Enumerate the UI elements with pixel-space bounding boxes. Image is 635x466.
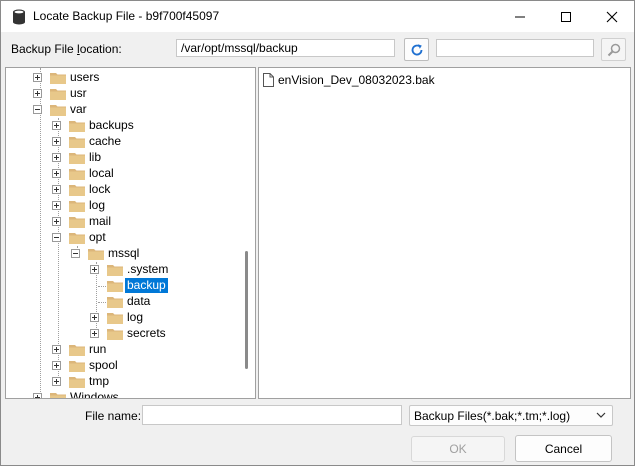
folder-icon [50, 89, 66, 100]
folder-icon [69, 361, 85, 372]
folder-icon [69, 169, 85, 180]
tree-label: data [127, 294, 151, 308]
tree-label: spool [89, 358, 118, 372]
tree-label: lock [89, 182, 111, 196]
expand-icon[interactable] [52, 217, 61, 226]
tree-label: var [70, 102, 87, 116]
backup-location-input[interactable] [176, 39, 395, 57]
location-row: Backup File location: [1, 37, 634, 61]
tree-label: lib [89, 150, 102, 164]
folder-icon [69, 217, 85, 228]
tree-label: cache [89, 134, 122, 148]
close-icon [606, 11, 618, 22]
folder-icon [69, 121, 85, 132]
tree-label: usr [70, 86, 87, 100]
expand-icon[interactable] [33, 73, 42, 82]
file-name-input[interactable] [142, 405, 402, 425]
tree-label: local [89, 166, 114, 180]
folder-icon [107, 281, 123, 292]
file-item[interactable]: enVision_Dev_08032023.bak [263, 73, 435, 87]
file-type-value: Backup Files(*.bak;*.tm;*.log) [414, 409, 571, 423]
folder-icon [107, 313, 123, 324]
folder-icon [69, 345, 85, 356]
maximize-button[interactable] [543, 1, 589, 32]
tree-label: Windows [70, 390, 119, 399]
tree-scrollbar[interactable] [238, 68, 255, 398]
folder-icon [69, 185, 85, 196]
tree-label: mssql [108, 246, 140, 260]
search-input[interactable] [436, 39, 594, 57]
tree-label: .system [127, 262, 169, 276]
folder-open-icon [50, 105, 66, 116]
folder-icon [50, 393, 66, 398]
tree-label: mail [89, 214, 112, 228]
ok-button[interactable]: OK [411, 436, 505, 462]
expand-icon[interactable] [33, 89, 42, 98]
minimize-icon [515, 16, 525, 17]
window-title: Locate Backup File - b9f700f45097 [33, 9, 220, 23]
expand-icon[interactable] [52, 137, 61, 146]
expand-icon[interactable] [33, 393, 42, 398]
tree-line [40, 68, 41, 398]
refresh-button[interactable] [404, 38, 429, 61]
tree-label: log [127, 310, 144, 324]
expand-icon[interactable] [90, 265, 99, 274]
expand-icon[interactable] [90, 313, 99, 322]
folder-icon [107, 265, 123, 276]
expand-icon[interactable] [52, 121, 61, 130]
collapse-icon[interactable] [33, 105, 42, 114]
database-icon [13, 9, 25, 25]
cancel-label: Cancel [544, 441, 583, 456]
close-button[interactable] [589, 1, 635, 32]
collapse-icon[interactable] [52, 233, 61, 242]
folder-icon [69, 377, 85, 388]
chevron-down-icon [596, 412, 606, 418]
expand-icon[interactable] [52, 345, 61, 354]
tree-label: backups [89, 118, 134, 132]
folder-icon [50, 73, 66, 84]
tree-label: tmp [89, 374, 110, 388]
file-icon [263, 73, 274, 87]
expand-icon[interactable] [52, 361, 61, 370]
expand-icon[interactable] [52, 185, 61, 194]
folder-icon [107, 329, 123, 340]
scrollbar-thumb[interactable] [245, 251, 248, 369]
refresh-icon [411, 43, 422, 55]
locate-backup-file-dialog: Locate Backup File - b9f700f45097 Backup… [0, 0, 635, 466]
tree-label: secrets [127, 326, 166, 340]
folder-open-icon [69, 233, 85, 244]
tree-label: log [89, 198, 106, 212]
backup-location-label: Backup File location: [11, 42, 122, 56]
expand-icon[interactable] [52, 169, 61, 178]
maximize-icon [561, 11, 571, 22]
folder-tree[interactable]: users usr var backups cache lib local lo… [5, 67, 256, 399]
file-name: enVision_Dev_08032023.bak [278, 73, 435, 87]
expand-icon[interactable] [90, 329, 99, 338]
tree-label: opt [89, 230, 106, 244]
tree-label: run [89, 342, 107, 356]
folder-icon [69, 153, 85, 164]
minimize-button[interactable] [497, 1, 543, 32]
cancel-button[interactable]: Cancel [515, 435, 612, 462]
tree-label-selected: backup [125, 278, 168, 293]
folder-icon [69, 201, 85, 212]
folder-icon [107, 297, 123, 308]
title-bar[interactable]: Locate Backup File - b9f700f45097 [1, 1, 634, 32]
expand-icon[interactable] [52, 153, 61, 162]
ok-label: OK [449, 442, 467, 456]
expand-icon[interactable] [52, 201, 61, 210]
tree-label: users [70, 70, 100, 84]
file-name-label: File name: [85, 409, 142, 423]
search-icon [607, 43, 620, 56]
search-button[interactable] [601, 38, 626, 61]
file-list[interactable]: enVision_Dev_08032023.bak [258, 67, 631, 399]
folder-icon [69, 137, 85, 148]
folder-open-icon [88, 249, 104, 260]
collapse-icon[interactable] [71, 249, 80, 258]
file-type-select[interactable]: Backup Files(*.bak;*.tm;*.log) [409, 405, 613, 426]
expand-icon[interactable] [52, 377, 61, 386]
